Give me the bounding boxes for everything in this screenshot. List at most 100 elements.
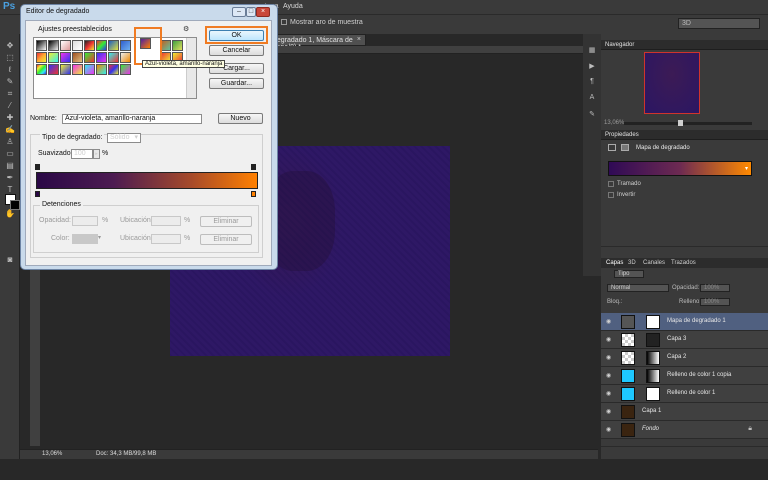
- layer-mask-thumb[interactable]: [646, 333, 660, 347]
- preset-swatch[interactable]: [36, 64, 47, 75]
- character-icon[interactable]: A: [586, 94, 598, 103]
- name-input[interactable]: Azul-violeta, amarillo-naranja: [62, 114, 202, 124]
- gradient-map-preview[interactable]: [608, 161, 752, 176]
- visibility-eye-icon[interactable]: ◉: [606, 354, 611, 361]
- opacity-field[interactable]: 100%: [700, 284, 730, 292]
- tab-3d[interactable]: 3D: [628, 260, 636, 266]
- preset-swatch[interactable]: [72, 52, 83, 63]
- dither-checkbox[interactable]: [608, 181, 614, 187]
- layer-row[interactable]: ◉ Fondo 🔒︎: [601, 421, 768, 439]
- stamp-tool-icon[interactable]: ♙: [4, 136, 16, 147]
- cancel-button[interactable]: Cancelar: [209, 45, 264, 56]
- preset-swatch[interactable]: [60, 52, 71, 63]
- preset-swatch[interactable]: [36, 52, 47, 63]
- presets-scrollbar[interactable]: [186, 38, 196, 98]
- quick-select-tool-icon[interactable]: ✎: [4, 76, 16, 87]
- zoom-level[interactable]: 13,06%: [42, 451, 62, 457]
- preset-swatch[interactable]: [36, 40, 47, 51]
- preset-swatch[interactable]: [96, 64, 107, 75]
- preset-swatch[interactable]: [120, 64, 131, 75]
- stop-opacity-location-field[interactable]: [151, 216, 181, 226]
- gear-icon[interactable]: ⚙: [183, 25, 189, 33]
- background-color-swatch[interactable]: [10, 200, 20, 210]
- navigator-header[interactable]: Navegador: [601, 40, 768, 50]
- marquee-tool-icon[interactable]: ⬚: [4, 52, 16, 63]
- preset-swatch[interactable]: [60, 40, 71, 51]
- play-action-icon[interactable]: ▶: [586, 62, 598, 71]
- menu-help[interactable]: Ayuda: [283, 3, 303, 10]
- blend-mode-select[interactable]: Normal: [607, 284, 669, 292]
- maximize-icon[interactable]: □: [246, 7, 256, 17]
- new-button[interactable]: Nuevo: [218, 113, 263, 124]
- visibility-eye-icon[interactable]: ◉: [606, 426, 611, 433]
- preset-swatch[interactable]: [60, 64, 71, 75]
- mask-icon[interactable]: [621, 144, 629, 151]
- quick-mask-icon[interactable]: ◙: [4, 254, 16, 265]
- delete-opacity-stop-button[interactable]: Eliminar: [200, 216, 252, 227]
- preset-swatch[interactable]: [84, 52, 95, 63]
- preset-swatch[interactable]: [108, 40, 119, 51]
- close-tab-icon[interactable]: ×: [357, 36, 361, 43]
- opacity-stop-right[interactable]: [251, 164, 256, 170]
- brush-presets-icon[interactable]: ✎: [586, 110, 598, 119]
- preset-swatch[interactable]: [96, 40, 107, 51]
- visibility-eye-icon[interactable]: ◉: [606, 336, 611, 343]
- stop-color-swatch[interactable]: [72, 234, 98, 244]
- properties-header[interactable]: Propiedades: [601, 130, 768, 140]
- lasso-tool-icon[interactable]: ℓ: [4, 64, 16, 75]
- navigator-preview[interactable]: [644, 52, 700, 114]
- tab-paths[interactable]: Trazados: [671, 260, 696, 266]
- layer-name[interactable]: Fondo: [642, 426, 659, 432]
- paragraph-icon[interactable]: ¶: [586, 78, 598, 87]
- layer-mask-thumb[interactable]: [646, 387, 660, 401]
- workspace-select[interactable]: 3D: [678, 18, 760, 29]
- smoothness-input[interactable]: 100: [71, 149, 93, 159]
- layer-row[interactable]: ◉ Relleno de color 1 copia: [601, 367, 768, 385]
- preset-swatch[interactable]: [72, 64, 83, 75]
- color-stop-right[interactable]: [251, 191, 256, 197]
- preset-swatch[interactable]: [96, 52, 107, 63]
- preset-swatch[interactable]: [120, 52, 131, 63]
- layer-row[interactable]: ◉ Relleno de color 1: [601, 385, 768, 403]
- preset-swatch[interactable]: [84, 64, 95, 75]
- layer-name[interactable]: Relleno de color 1: [667, 390, 715, 396]
- preset-swatch[interactable]: [48, 52, 59, 63]
- layer-name[interactable]: Mapa de degradado 1: [667, 318, 726, 324]
- gradient-type-select[interactable]: Sólido ▾: [107, 133, 141, 143]
- preset-swatch[interactable]: [108, 52, 119, 63]
- preset-swatch[interactable]: [48, 64, 59, 75]
- eraser-tool-icon[interactable]: ▭: [4, 148, 16, 159]
- close-icon[interactable]: ×: [256, 7, 270, 17]
- layer-row[interactable]: ◉ Capa 3: [601, 331, 768, 349]
- navigator-zoom-slider[interactable]: [624, 122, 752, 125]
- eyedropper-tool-icon[interactable]: ⁄: [4, 100, 16, 111]
- document-tab[interactable]: degradado 1, Máscara de capa/8) *×: [266, 34, 366, 51]
- tab-layers[interactable]: Capas: [606, 260, 623, 266]
- history-icon[interactable]: ▦: [586, 46, 598, 55]
- move-tool-icon[interactable]: ✥: [4, 40, 16, 51]
- reverse-checkbox[interactable]: [608, 192, 614, 198]
- crop-tool-icon[interactable]: ⌗: [4, 88, 16, 99]
- layer-row[interactable]: ◉ Capa 1: [601, 403, 768, 421]
- preset-swatch[interactable]: [84, 40, 95, 51]
- layer-name[interactable]: Capa 3: [667, 336, 686, 342]
- visibility-eye-icon[interactable]: ◉: [606, 372, 611, 379]
- preset-swatch[interactable]: [120, 40, 131, 51]
- layer-kind-filter[interactable]: Tipo: [614, 270, 644, 278]
- preset-swatch[interactable]: [72, 40, 83, 51]
- layer-name[interactable]: Capa 1: [642, 408, 661, 414]
- layer-name[interactable]: Capa 2: [667, 354, 686, 360]
- preset-swatch[interactable]: [108, 64, 119, 75]
- visibility-eye-icon[interactable]: ◉: [606, 408, 611, 415]
- brush-tool-icon[interactable]: ✍: [4, 124, 16, 135]
- stop-color-location-field[interactable]: [151, 234, 181, 244]
- gradient-tool-icon[interactable]: ▤: [4, 160, 16, 171]
- visibility-eye-icon[interactable]: ◉: [606, 318, 611, 325]
- minimize-icon[interactable]: –: [232, 7, 246, 17]
- preset-swatch[interactable]: [172, 40, 183, 51]
- fill-field[interactable]: 100%: [700, 298, 730, 306]
- layer-mask-thumb[interactable]: [646, 369, 660, 383]
- gradient-preview-bar[interactable]: [36, 172, 258, 189]
- preset-swatch[interactable]: [48, 40, 59, 51]
- layer-mask-thumb[interactable]: [646, 351, 660, 365]
